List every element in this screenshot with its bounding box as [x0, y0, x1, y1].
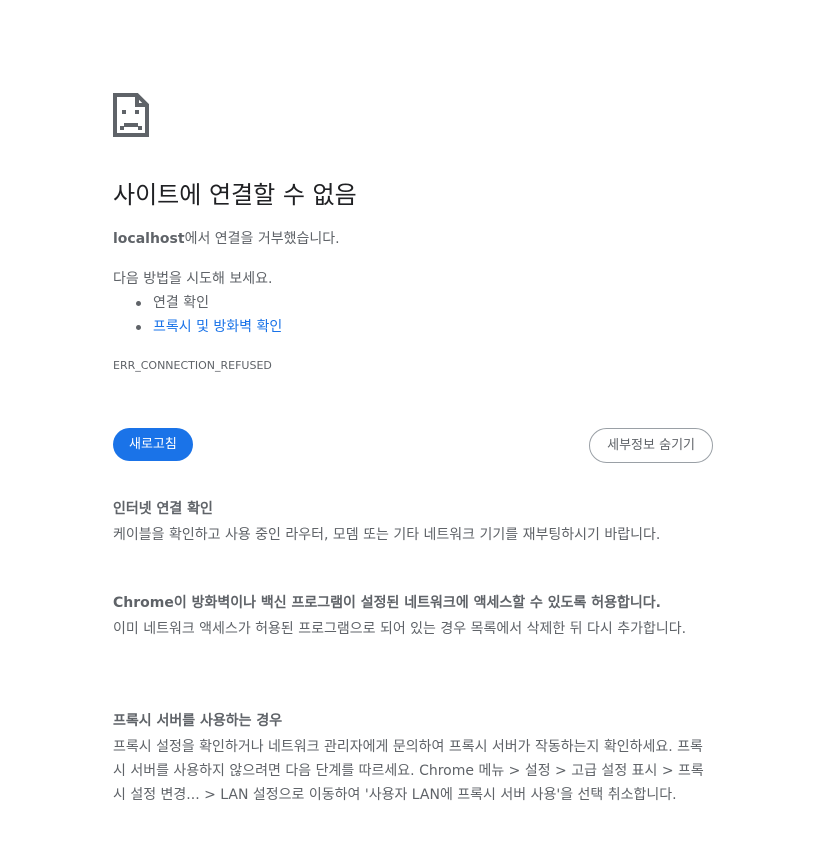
reload-button[interactable]: 새로고침: [113, 428, 193, 461]
bullet-icon: [136, 301, 141, 306]
suggestion-label: 연결 확인: [153, 295, 209, 311]
sad-page-icon: [113, 93, 149, 137]
suggestion-list: 연결 확인 프록시 및 방화벽 확인: [113, 291, 282, 339]
detail-body: 이미 네트워크 액세스가 허용된 프로그램으로 되어 있는 경우 목록에서 삭제…: [113, 621, 687, 637]
detail-body: 케이블을 확인하고 사용 중인 라우터, 모뎀 또는 기타 네트워크 기기를 재…: [113, 527, 661, 543]
detail-proxy-server: 프록시 서버를 사용하는 경우 프록시 설정을 확인하거나 네트워크 관리자에게…: [113, 709, 713, 807]
check-proxy-firewall-link[interactable]: 프록시 및 방화벽 확인: [153, 319, 282, 335]
suggestion-check-proxy: 프록시 및 방화벽 확인: [113, 315, 282, 339]
bullet-icon: [136, 325, 141, 330]
refused-message: localhost에서 연결을 거부했습니다.: [113, 229, 340, 249]
detail-check-internet: 인터넷 연결 확인 케이블을 확인하고 사용 중인 라우터, 모뎀 또는 기타 …: [113, 497, 713, 547]
detail-body: 프록시 설정을 확인하거나 네트워크 관리자에게 문의하여 프록시 서버가 작동…: [113, 739, 704, 803]
detail-allow-chrome: Chrome이 방화벽이나 백신 프로그램이 설정된 네트워크에 액세스할 수 …: [113, 591, 713, 641]
host-name: localhost: [113, 231, 185, 247]
detail-heading: 인터넷 연결 확인: [113, 501, 213, 517]
detail-heading: 프록시 서버를 사용하는 경우: [113, 713, 283, 729]
refused-suffix: 에서 연결을 거부했습니다.: [184, 231, 340, 247]
suggestion-check-connection: 연결 확인: [113, 291, 282, 315]
try-label: 다음 방법을 시도해 보세요.: [113, 271, 273, 287]
page-title: 사이트에 연결할 수 없음: [113, 181, 357, 209]
hide-details-button[interactable]: 세부정보 숨기기: [589, 428, 713, 463]
error-code: ERR_CONNECTION_REFUSED: [113, 359, 272, 372]
detail-heading: Chrome이 방화벽이나 백신 프로그램이 설정된 네트워크에 액세스할 수 …: [113, 595, 661, 611]
